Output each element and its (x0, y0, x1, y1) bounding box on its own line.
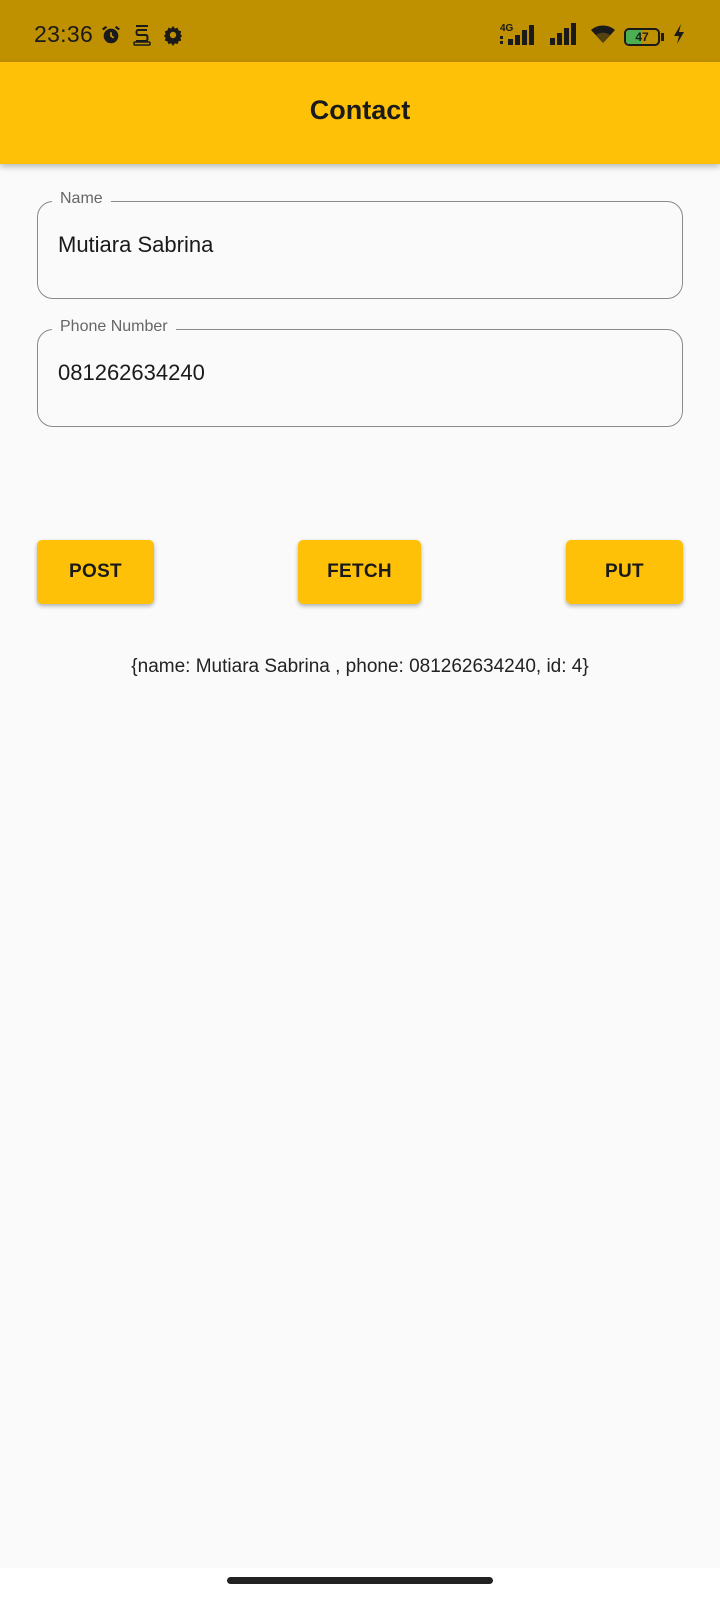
battery-icon: 47 (624, 27, 660, 46)
signal-icon (548, 23, 582, 50)
battery-level: 47 (635, 29, 649, 44)
name-input[interactable] (58, 232, 658, 258)
page-title: Contact (309, 94, 411, 125)
post-button[interactable]: POST (37, 540, 154, 604)
fetch-button[interactable]: FETCH (298, 540, 421, 604)
navigation-bar (0, 1568, 720, 1600)
home-gesture-handle[interactable] (227, 1577, 493, 1584)
alarm-icon (100, 24, 122, 51)
name-field-label: Name (52, 190, 111, 208)
app-notification-icon (132, 24, 152, 51)
phone-field-label: Phone Number (52, 318, 176, 336)
wifi-icon (590, 23, 616, 50)
status-time: 23:36 (34, 21, 94, 47)
phone-field[interactable]: Phone Number (37, 318, 683, 427)
phone-input[interactable] (58, 360, 658, 386)
app-bar: Contact (0, 62, 720, 164)
put-button[interactable]: PUT (566, 540, 683, 604)
status-left-icons (100, 24, 184, 51)
signal-4g-icon: 4G (500, 22, 540, 51)
result-text: {name: Mutiara Sabrina , phone: 08126263… (131, 656, 589, 677)
battery-tip (661, 32, 664, 41)
status-right-icons: 4G 47 (500, 22, 686, 51)
settings-icon (162, 24, 184, 51)
name-field[interactable]: Name (37, 190, 683, 299)
svg-text:4G: 4G (500, 23, 514, 34)
charging-icon (672, 23, 686, 50)
status-bar: 23:36 4G 47 (0, 0, 720, 62)
